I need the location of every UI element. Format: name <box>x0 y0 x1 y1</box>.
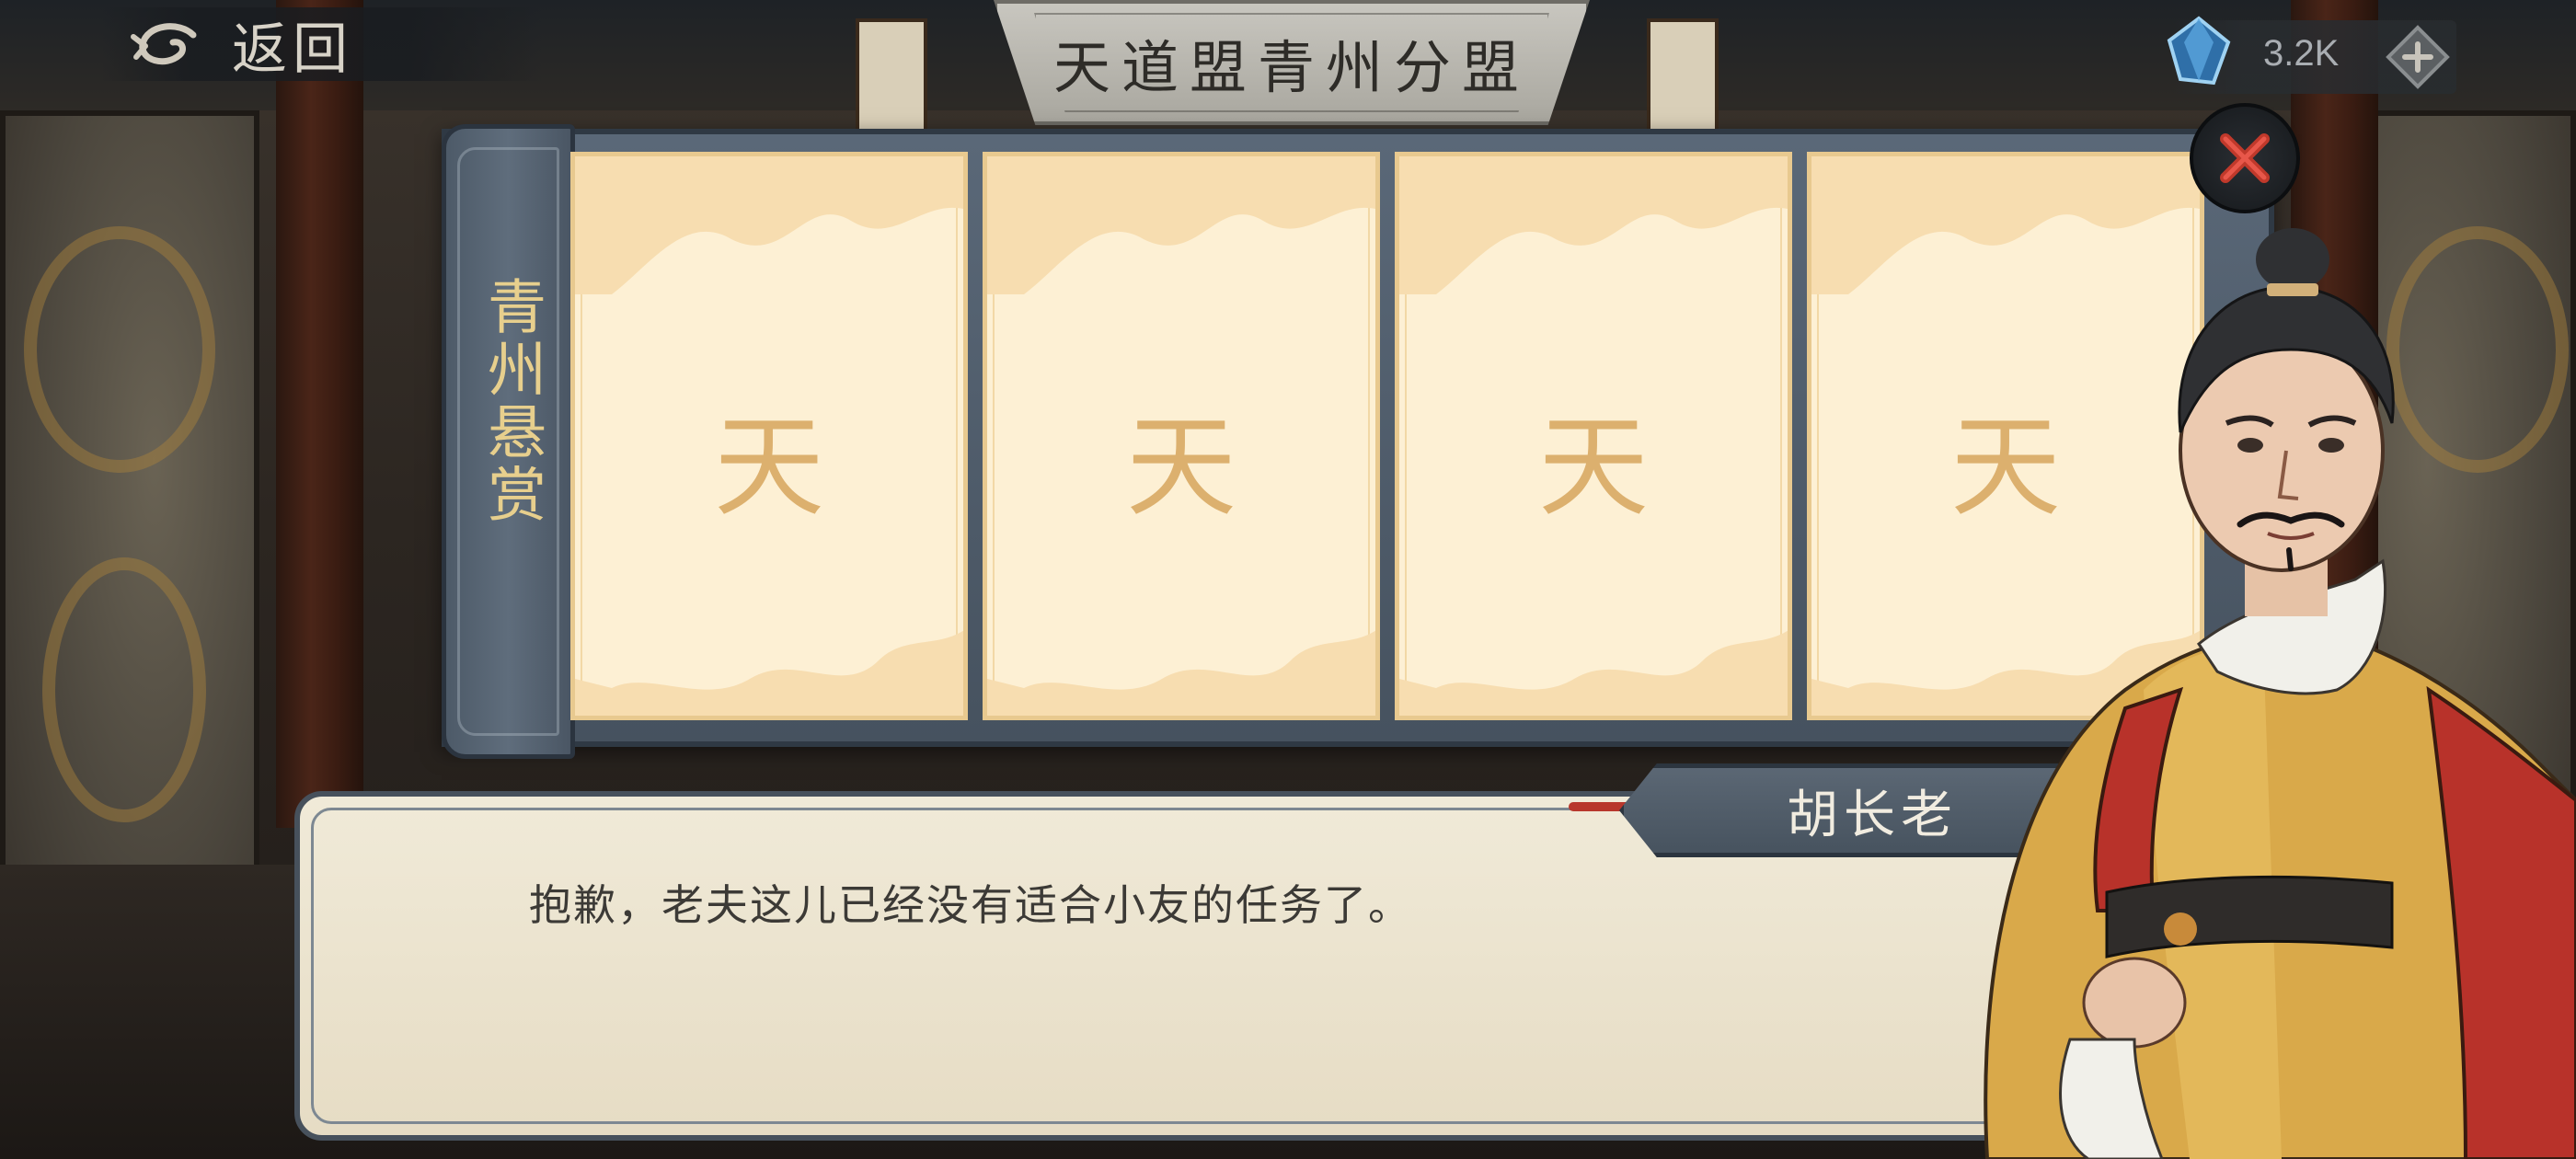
back-label: 返回 <box>232 17 353 82</box>
wall-banner <box>1647 18 1719 136</box>
card-emblem: 天 <box>714 404 824 532</box>
bounty-card[interactable]: 天 <box>1395 152 1792 720</box>
cloud-pattern <box>1399 156 1788 294</box>
bounty-card[interactable]: 天 <box>983 152 1380 720</box>
dragon-screen-left <box>0 110 259 986</box>
card-emblem: 天 <box>1126 404 1236 532</box>
cloud-pattern <box>575 156 963 294</box>
dragon-motif <box>42 557 206 822</box>
speaker-name: 胡长老 <box>1787 785 1958 845</box>
dragon-motif <box>24 226 215 473</box>
location-title: 天道盟青州分盟 <box>1052 34 1530 101</box>
plus-diamond-icon[interactable] <box>2385 24 2451 90</box>
currency-value: 3.2K <box>2263 33 2340 74</box>
card-emblem: 天 <box>1538 404 1649 532</box>
pillar <box>276 0 363 828</box>
close-x-icon <box>2220 133 2270 183</box>
dialogue-text: 抱歉，老夫这儿已经没有适合小友的任务了。 <box>529 880 1412 930</box>
bounty-board-title: 青州悬赏 <box>477 276 546 526</box>
back-swirl-icon <box>131 23 197 65</box>
cloud-pattern <box>575 630 963 716</box>
elder-hu-portrait <box>1984 228 2576 1159</box>
gem-icon <box>2167 16 2231 86</box>
close-button[interactable] <box>2190 103 2300 213</box>
cloud-pattern <box>1399 630 1788 716</box>
wall-banner <box>856 18 927 136</box>
cloud-pattern <box>987 156 1375 294</box>
back-button[interactable]: 返回 <box>101 7 543 82</box>
location-title-plate: 天道盟青州分盟 <box>994 0 1590 125</box>
bounty-card[interactable]: 天 <box>570 152 968 720</box>
currency-display: 3.2K <box>2167 16 2456 94</box>
cloud-pattern <box>987 630 1375 716</box>
